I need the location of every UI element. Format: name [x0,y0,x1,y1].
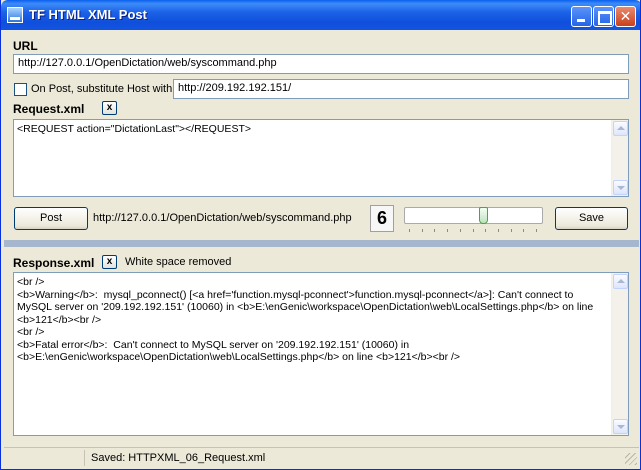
status-bar: Saved: HTTPXML_06_Request.xml [4,447,639,467]
response-note: White space removed [125,256,232,268]
clear-request-button[interactable]: x [102,101,117,115]
substitute-host-checkbox[interactable] [14,83,27,96]
response-label: Response.xml [13,256,95,270]
scroll-down-icon[interactable] [613,419,628,434]
url-label: URL [13,39,38,53]
status-text: Saved: HTTPXML_06_Request.xml [84,450,265,466]
substitute-host-input[interactable]: http://209.192.192.151/ [173,79,629,99]
close-button[interactable]: ✕ [615,6,636,27]
slider-tick [485,229,486,232]
clear-response-button[interactable]: x [102,255,117,269]
response-text: <br /> <b>Warning</b>: mysql_pconnect() … [17,276,594,363]
slider-tick [536,229,537,232]
window-title: TF HTML XML Post [29,7,147,22]
app-window-icon [7,7,23,23]
post-button[interactable]: Post [14,207,88,230]
slider-tick [473,229,474,232]
slider-tick [511,229,512,232]
main-window: TF HTML XML Post ✕ URL http://127.0.0.1/… [0,0,641,470]
url-input[interactable]: http://127.0.0.1/OpenDictation/web/sysco… [13,54,629,74]
slider-tick [434,229,435,232]
slider-tick [498,229,499,232]
slider-tick [409,229,410,232]
substitute-host-label: On Post, substitute Host with [31,83,173,95]
slider-ticks [409,229,537,233]
scroll-up-icon[interactable] [613,274,628,289]
scroll-up-icon[interactable] [613,121,628,136]
slider-tick [422,229,423,232]
slider-tick [523,229,524,232]
close-icon: ✕ [619,8,632,24]
slider-tick [447,229,448,232]
maximize-icon [594,7,613,26]
slider-tick [460,229,461,232]
scroll-down-icon[interactable] [613,180,628,195]
request-text: <REQUEST action="DictationLast"></REQUES… [17,123,251,135]
slider-thumb[interactable] [479,207,488,224]
title-bar[interactable]: TF HTML XML Post ✕ [1,0,640,30]
request-textarea[interactable]: <REQUEST action="DictationLast"></REQUES… [13,119,629,197]
response-textarea[interactable]: <br /> <b>Warning</b>: mysql_pconnect() … [13,272,629,436]
request-scrollbar[interactable] [611,120,628,196]
minimize-button[interactable] [571,6,592,27]
count-display: 6 [370,205,394,232]
minimize-icon [572,7,591,26]
response-scrollbar[interactable] [611,273,628,435]
save-button[interactable]: Save [555,207,628,230]
resize-grip-icon[interactable] [625,453,637,465]
pane-splitter[interactable] [4,240,639,247]
maximize-button[interactable] [593,6,614,27]
slider-track[interactable] [404,207,543,224]
request-label: Request.xml [13,102,85,116]
post-url-text: http://127.0.0.1/OpenDictation/web/sysco… [93,212,352,224]
